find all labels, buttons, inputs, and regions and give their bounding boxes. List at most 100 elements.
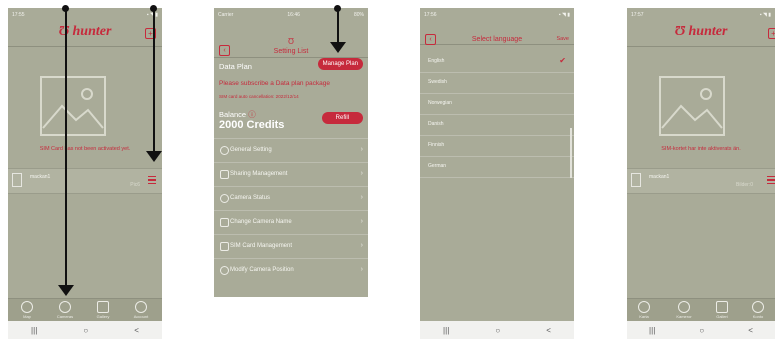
camera-icon	[631, 173, 641, 187]
chevron-right-icon: ›	[360, 218, 363, 225]
tab-account[interactable]: Konto	[743, 301, 773, 319]
tab-cameras[interactable]: Kameror	[669, 301, 699, 319]
menu-sharing-management[interactable]: Sharing Management ›	[214, 162, 368, 186]
menu-camera-status[interactable]: Camera Status ›	[214, 186, 368, 210]
data-plan-label: Data Plan	[219, 62, 252, 71]
home-button[interactable]: ○	[495, 326, 500, 335]
android-nav-bar: ||| ○ <	[8, 321, 162, 339]
language-list: English ✔ Swedish Norwegian Danish Finnis…	[420, 52, 574, 178]
share-icon	[220, 170, 229, 179]
tab-map[interactable]: Map	[12, 301, 42, 319]
hunter-logo: Ʊ hunter	[58, 24, 112, 39]
tab-account[interactable]: Account	[126, 301, 156, 319]
save-button[interactable]: Save	[556, 36, 569, 42]
map-pin-icon	[21, 301, 33, 313]
language-option-swedish[interactable]: Swedish	[420, 73, 574, 94]
screen-select-language: 17:56 ▪ ◥ ▮ ‹ Select language Save Engli…	[420, 8, 574, 339]
back-button[interactable]: <	[134, 326, 139, 335]
location-pin-icon	[220, 266, 229, 275]
recents-button[interactable]: |||	[649, 326, 655, 335]
gallery-icon	[716, 301, 728, 313]
status-time: 17:57	[631, 11, 644, 18]
status-battery: 80%	[353, 11, 364, 18]
camera-icon	[59, 301, 71, 313]
chevron-right-icon: ›	[360, 242, 363, 249]
scrollbar[interactable]	[570, 128, 572, 178]
camera-hero: SIM-kortet har inte aktiverats än.	[627, 46, 775, 169]
back-button[interactable]: <	[546, 326, 551, 335]
status-time: 16:46	[287, 11, 300, 18]
chevron-right-icon: ›	[360, 170, 363, 177]
sim-warning: SIM-kortet har inte aktiverats än.	[661, 146, 741, 152]
android-nav-bar: ||| ○ <	[627, 321, 775, 339]
person-icon	[135, 301, 147, 313]
status-time: 17:55	[12, 11, 25, 18]
home-button[interactable]: ○	[83, 326, 88, 335]
add-camera-button[interactable]: +	[768, 28, 775, 39]
language-option-danish[interactable]: Danish	[420, 115, 574, 136]
tab-bar: Karta Kameror Galleri Konto	[627, 298, 775, 322]
app-header: Ʊ hunter +	[627, 21, 775, 47]
home-button[interactable]: ○	[699, 326, 704, 335]
gear-icon	[220, 146, 229, 155]
tab-map[interactable]: Karta	[629, 301, 659, 319]
person-icon	[752, 301, 764, 313]
camera-hero: SIM Card has not been activated yet.	[8, 46, 162, 169]
settings-menu: General Setting › Sharing Management › Cam…	[214, 138, 368, 282]
map-pin-icon	[638, 301, 650, 313]
menu-icon[interactable]	[767, 176, 775, 185]
menu-change-camera-name[interactable]: Change Camera Name ›	[214, 210, 368, 234]
image-placeholder-icon	[40, 76, 106, 136]
language-option-norwegian[interactable]: Norwegian	[420, 94, 574, 115]
arrow-head-manage-plan	[330, 42, 346, 53]
camera-pic-count: Bilder:0	[736, 182, 753, 188]
camera-pic-count: Pic6	[130, 182, 140, 188]
status-bar: Carrier 16:46 80%	[214, 8, 368, 21]
menu-modify-camera-position[interactable]: Modify Camera Position ›	[214, 258, 368, 282]
tab-cameras[interactable]: Cameras	[50, 301, 80, 319]
language-option-german[interactable]: German	[420, 157, 574, 178]
tab-gallery[interactable]: Gallery	[88, 301, 118, 319]
language-header: ‹ Select language Save	[420, 8, 574, 45]
arrow-head-camera-menu	[146, 151, 162, 162]
camera-row[interactable]: mackan1 Bilder:0	[627, 168, 775, 194]
chevron-right-icon: ›	[360, 146, 363, 153]
subscribe-notice: Please subscribe a Data plan package	[219, 80, 330, 87]
arrow-shaft-manage-plan	[337, 9, 339, 42]
camera-name: mackan1	[649, 174, 670, 180]
menu-sim-card-management[interactable]: SIM Card Management ›	[214, 234, 368, 258]
screen-cameras-sv: 17:57 ▪ ◥ ▮ Ʊ hunter + SIM-kortet har in…	[627, 8, 775, 339]
back-button[interactable]: <	[748, 326, 753, 335]
android-nav-bar: ||| ○ <	[420, 321, 574, 339]
arrow-shaft-cameras-tab	[65, 9, 67, 285]
language-option-finnish[interactable]: Finnish	[420, 136, 574, 157]
credits-value: 2000 Credits	[219, 119, 285, 131]
recents-button[interactable]: |||	[443, 326, 449, 335]
status-icon	[220, 194, 229, 203]
status-bar: 17:55 ▪ ◥ ▮	[8, 8, 162, 21]
tab-gallery[interactable]: Galleri	[707, 301, 737, 319]
tab-bar: Map Cameras Gallery Account	[8, 298, 162, 322]
manage-plan-button[interactable]: Manage Plan	[317, 58, 363, 70]
menu-general-setting[interactable]: General Setting ›	[214, 138, 368, 162]
camera-icon	[12, 173, 22, 187]
chevron-right-icon: ›	[360, 266, 363, 273]
menu-icon[interactable]	[148, 176, 156, 185]
sim-card-icon	[220, 242, 229, 251]
sim-warning: SIM Card has not been activated yet.	[39, 146, 131, 152]
status-bar: 17:57 ▪ ◥ ▮	[627, 8, 775, 21]
chevron-right-icon: ›	[360, 194, 363, 201]
recents-button[interactable]: |||	[31, 326, 37, 335]
help-icon[interactable]: ⓘ	[248, 110, 256, 119]
arrow-shaft-camera-menu	[153, 9, 155, 151]
status-carrier: Carrier	[218, 11, 234, 18]
gallery-icon	[97, 301, 109, 313]
camera-icon	[678, 301, 690, 313]
app-header: Ʊ hunter +	[8, 21, 162, 47]
refill-button[interactable]: Refill	[321, 112, 363, 124]
page-title: Select language	[471, 36, 523, 43]
person-card-icon	[220, 218, 229, 227]
language-option-english[interactable]: English ✔	[420, 52, 574, 73]
camera-row[interactable]: mackan1 Pic6	[8, 168, 162, 194]
checkmark-icon: ✔	[559, 56, 566, 65]
